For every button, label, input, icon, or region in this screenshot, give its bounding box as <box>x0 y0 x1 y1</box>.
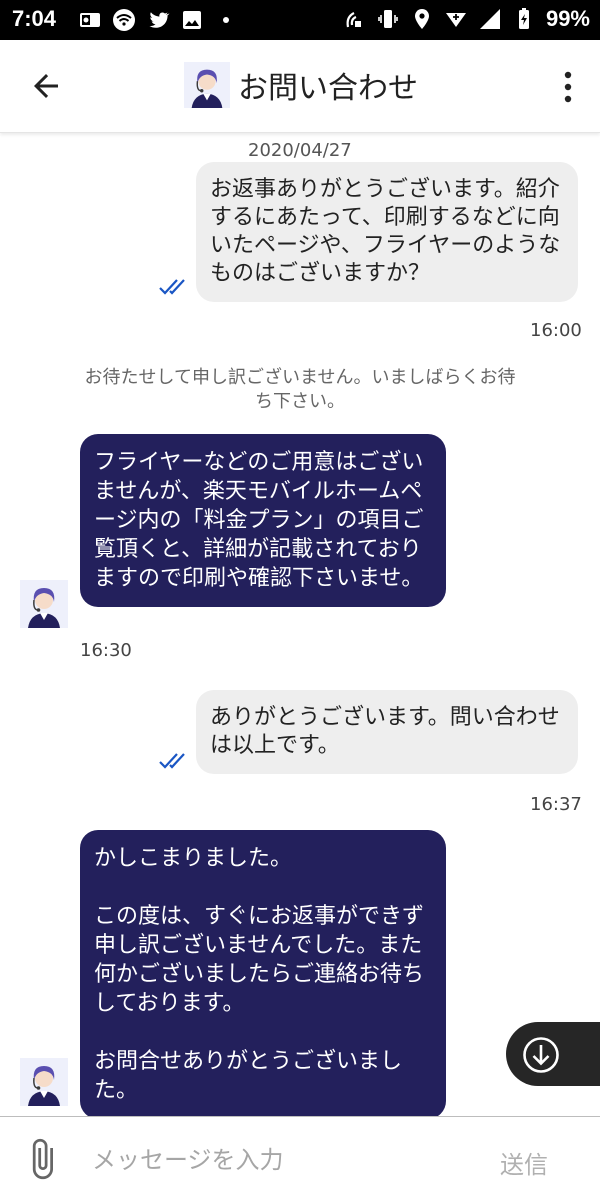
message-text: お返事ありがとうございます。紹介するにあたって、印刷するなどに向いたページや、フ… <box>210 177 561 286</box>
image-icon <box>183 11 201 29</box>
status-bar: 7:04 99% <box>0 0 600 40</box>
message-text: ありがとうございます。問い合わせは以上です。 <box>210 705 560 758</box>
message-time: 16:37 <box>530 794 582 815</box>
read-check-icon <box>159 279 185 295</box>
message-input-bar: 送信 <box>0 1116 600 1201</box>
vibrate-icon <box>378 10 398 28</box>
battery-percent: 99% <box>545 6 590 31</box>
more-vert-icon[interactable] <box>562 70 574 104</box>
dot-icon <box>223 17 229 23</box>
message-time: 16:30 <box>80 640 132 661</box>
message-bubble-outgoing: お返事ありがとうございます。紹介するにあたって、印刷するなどに向いたページや、フ… <box>196 162 578 302</box>
agent-avatar-icon <box>20 580 68 628</box>
chat-thread[interactable]: 2020/04/27 お返事ありがとうございます。紹介するにあたって、印刷するな… <box>0 132 600 1116</box>
page-title: お問い合わせ <box>238 71 418 106</box>
nfc-icon <box>346 12 361 28</box>
message-bubble-outgoing: ありがとうございます。問い合わせは以上です。 <box>196 690 578 774</box>
message-text: かしこまりました。 この度は、すぐにお返事ができず申し訳ございませんでした。また… <box>94 846 425 1103</box>
status-time: 7:04 <box>12 6 57 31</box>
header-title-group: お問い合わせ <box>184 62 418 108</box>
signal-icon <box>479 9 500 29</box>
arrow-left-icon[interactable] <box>28 68 64 104</box>
message-bubble-incoming: かしこまりました。 この度は、すぐにお返事ができず申し訳ございませんでした。また… <box>80 830 446 1116</box>
message-input[interactable] <box>90 1139 474 1181</box>
location-icon <box>414 9 429 29</box>
twitter-icon <box>149 12 170 28</box>
outlook-icon <box>80 13 100 27</box>
scroll-to-bottom-button[interactable] <box>506 1022 600 1086</box>
system-message: お待たせして申し訳ございません。いましばらくお待ち下さい。 <box>84 367 516 412</box>
notification-icons <box>78 8 238 32</box>
message-time: 16:00 <box>530 320 582 341</box>
wifi-icon <box>113 9 135 31</box>
paperclip-icon[interactable] <box>20 1137 64 1181</box>
read-check-icon <box>159 753 185 769</box>
arrow-down-circle-icon <box>523 1037 559 1073</box>
data-saver-icon <box>445 13 466 27</box>
date-divider: 2020/04/27 <box>238 138 362 163</box>
battery-charging-icon <box>518 8 529 29</box>
message-bubble-incoming: フライヤーなどのご用意はございませんが、楽天モバイルホームページ内の「料金プラン… <box>80 434 446 607</box>
agent-avatar-icon <box>20 1058 68 1106</box>
app-bar: お問い合わせ <box>0 40 600 133</box>
system-status-icons: 99% <box>342 6 590 32</box>
message-text: フライヤーなどのご用意はございませんが、楽天モバイルホームページ内の「料金プラン… <box>94 450 424 591</box>
support-agent-avatar-icon <box>184 62 230 108</box>
send-button[interactable]: 送信 <box>500 1145 548 1180</box>
